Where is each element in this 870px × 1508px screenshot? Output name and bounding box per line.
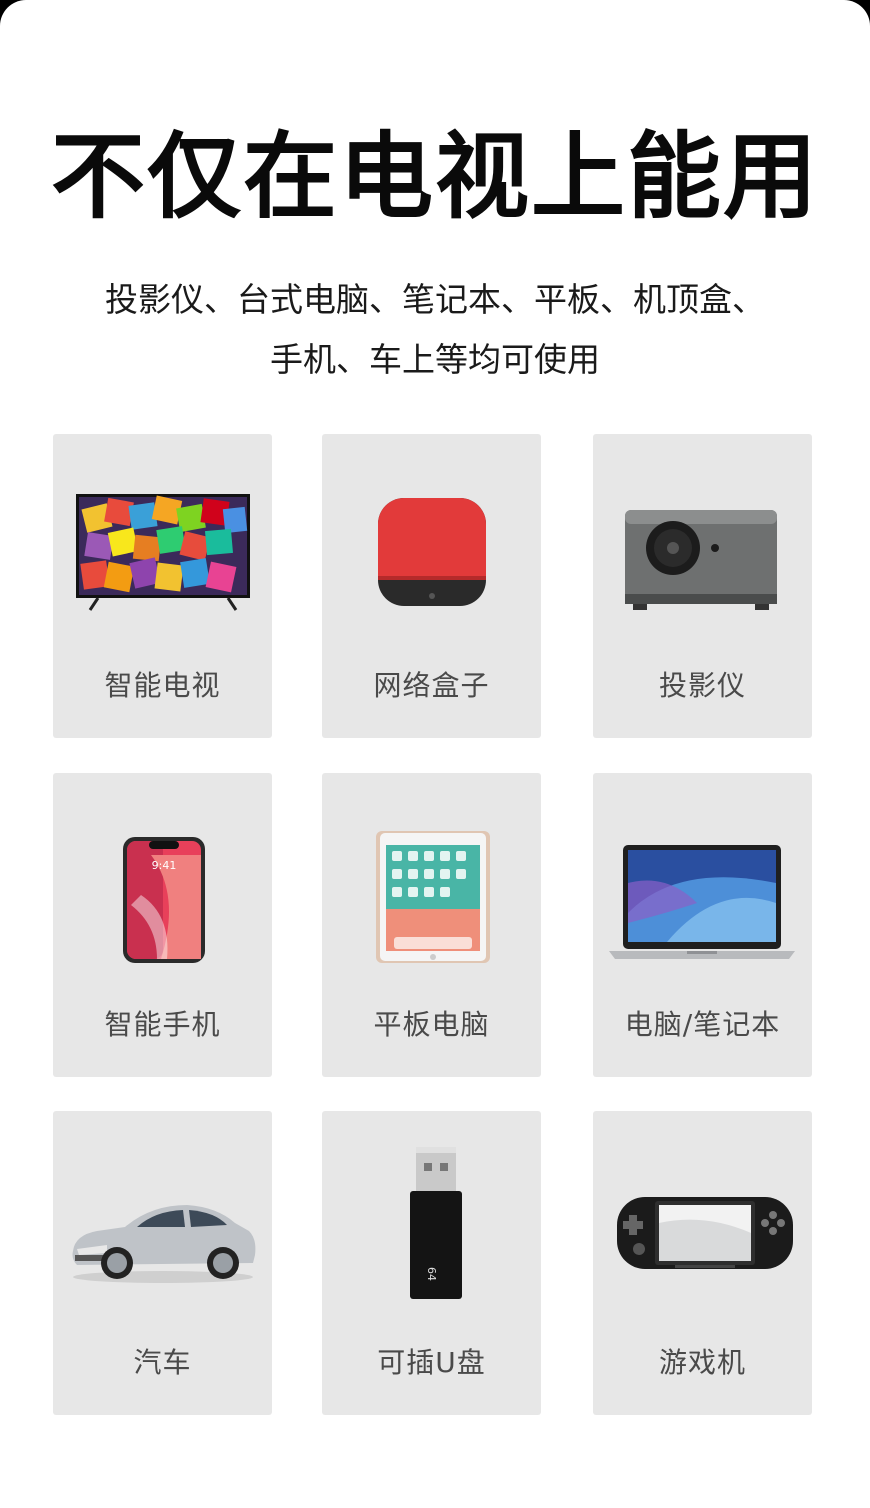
device-label: 可插U盘 <box>377 1346 486 1379</box>
device-card-game-console: 游戏机 <box>593 1111 812 1415</box>
tablet-icon <box>376 831 490 963</box>
device-card-tablet: 平板电脑 <box>322 773 541 1077</box>
device-label: 智能电视 <box>104 669 221 702</box>
phone-time-text: 9:41 <box>152 859 177 872</box>
projector-icon <box>625 510 777 610</box>
device-label: 电脑/笔记本 <box>624 1008 781 1041</box>
device-label: 网络盒子 <box>373 669 490 702</box>
device-label: 游戏机 <box>658 1346 746 1379</box>
usb-drive-icon: 64 <box>410 1147 462 1299</box>
car-icon <box>72 1205 256 1283</box>
laptop-icon <box>609 845 795 959</box>
handheld-console-icon <box>617 1197 793 1269</box>
device-card-network-box: 网络盒子 <box>322 434 541 738</box>
device-card-laptop: 电脑/笔记本 <box>593 773 812 1077</box>
page-panel: 不仅在电视上能用 投影仪、台式电脑、笔记本、平板、机顶盒、 手机、车上等均可使用 <box>0 0 870 1508</box>
device-label: 平板电脑 <box>373 1008 490 1041</box>
page-subtitle-line2: 手机、车上等均可使用 <box>270 340 600 379</box>
device-card-smartphone: 9:41 智能手机 <box>53 773 272 1077</box>
device-label: 智能手机 <box>104 1008 221 1041</box>
device-card-smart-tv: 智能电视 <box>53 434 272 738</box>
smartphone-icon: 9:41 <box>123 837 205 963</box>
device-label: 汽车 <box>133 1346 192 1379</box>
device-card-projector: 投影仪 <box>593 434 812 738</box>
set-top-box-icon <box>378 498 486 606</box>
usb-capacity-text: 64 <box>425 1267 438 1281</box>
device-label: 投影仪 <box>658 669 746 702</box>
tv-icon <box>76 494 250 611</box>
device-card-usb-drive: 64 可插U盘 <box>322 1111 541 1415</box>
page-subtitle-line1: 投影仪、台式电脑、笔记本、平板、机顶盒、 <box>105 280 765 319</box>
device-card-car: 汽车 <box>53 1111 272 1415</box>
page-title: 不仅在电视上能用 <box>50 123 819 232</box>
